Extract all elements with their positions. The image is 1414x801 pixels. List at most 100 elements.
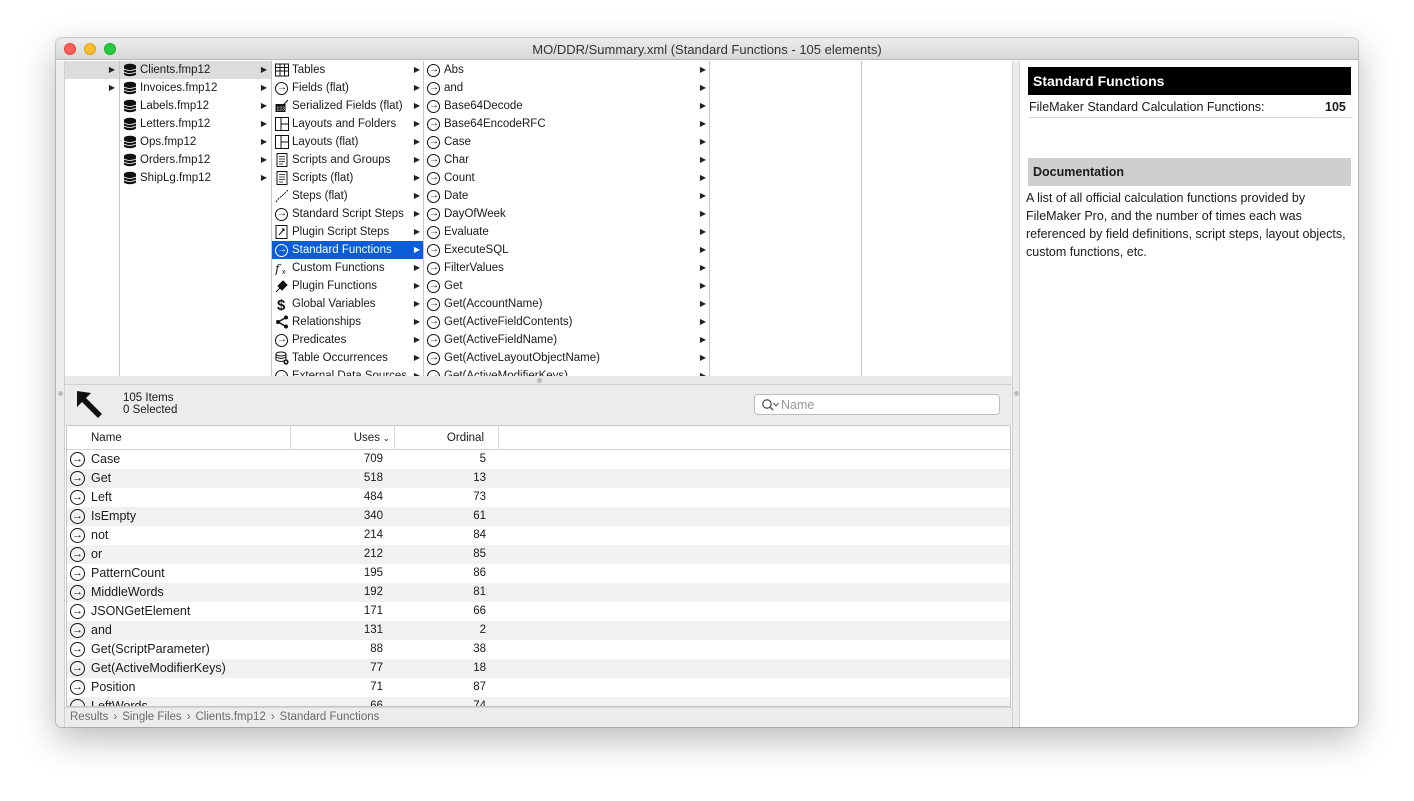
go-up-arrow-icon[interactable] [75, 389, 105, 419]
layout-icon [275, 135, 289, 149]
disclosure-arrow-icon: ▶ [413, 155, 420, 164]
disclosure-arrow-icon: ▶ [413, 83, 420, 92]
disclosure-arrow-icon: ▶ [413, 227, 420, 236]
function-item-10[interactable]: ExecuteSQL ▶ [424, 241, 709, 259]
cell-name: LeftWords [91, 699, 148, 707]
file-item-0[interactable]: Clients.fmp12 ▶ [120, 61, 271, 79]
function-item-0[interactable]: Abs ▶ [424, 61, 709, 79]
function-icon [427, 187, 440, 205]
function-item-8[interactable]: DayOfWeek ▶ [424, 205, 709, 223]
file-item-5[interactable]: Orders.fmp12 ▶ [120, 151, 271, 169]
file-item-1[interactable]: Invoices.fmp12 ▶ [120, 79, 271, 97]
function-item-15[interactable]: Get(ActiveFieldName) ▶ [424, 331, 709, 349]
column-header-uses[interactable]: Uses ⌄ [291, 426, 395, 450]
table-row[interactable]: PatternCount 195 86 [67, 564, 1010, 583]
category-item-17[interactable]: External Data Sources▶ [272, 367, 423, 376]
relationship-icon [275, 315, 289, 329]
function-item-12[interactable]: Get ▶ [424, 277, 709, 295]
table-row[interactable]: Case 709 5 [67, 450, 1010, 469]
category-item-9[interactable]: Plugin Script Steps ▶ [272, 223, 423, 241]
table-row[interactable]: MiddleWords 192 81 [67, 583, 1010, 602]
function-item-2[interactable]: Base64Decode ▶ [424, 97, 709, 115]
table-row[interactable]: and 131 2 [67, 621, 1010, 640]
search-input[interactable] [781, 396, 995, 413]
function-item-13[interactable]: Get(AccountName) ▶ [424, 295, 709, 313]
category-item-10[interactable]: Standard Functions ▶ [272, 241, 423, 259]
left-split-handle[interactable] [56, 61, 65, 727]
file-item-3-label: Letters.fmp12 [140, 118, 211, 130]
table-row[interactable]: not 214 84 [67, 526, 1010, 545]
function-icon [70, 583, 85, 602]
category-item-2[interactable]: 123 Serialized Fields (flat) ▶ [272, 97, 423, 115]
root-row-1[interactable]: ▶ [65, 61, 119, 79]
category-item-12[interactable]: Plugin Functions ▶ [272, 277, 423, 295]
function-item-14[interactable]: Get(ActiveFieldContents) ▶ [424, 313, 709, 331]
table-row[interactable]: Get(ActiveModifierKeys) 77 18 [67, 659, 1010, 678]
table-row[interactable]: LeftWords 66 74 [67, 697, 1010, 707]
item-counts: 105 Items 0 Selected [123, 392, 177, 416]
function-item-17[interactable]: Get(ActiveModifierKeys)▶ [424, 367, 709, 376]
category-item-4-label: Layouts (flat) [292, 136, 359, 148]
category-item-0[interactable]: Tables ▶ [272, 61, 423, 79]
category-item-5[interactable]: Scripts and Groups ▶ [272, 151, 423, 169]
category-item-1[interactable]: Fields (flat) ▶ [272, 79, 423, 97]
table-row[interactable]: Position 71 87 [67, 678, 1010, 697]
function-icon [427, 151, 440, 169]
category-item-16[interactable]: Table Occurrences ▶ [272, 349, 423, 367]
table-row[interactable]: IsEmpty 340 61 [67, 507, 1010, 526]
category-item-11[interactable]: f x Custom Functions ▶ [272, 259, 423, 277]
file-item-2[interactable]: Labels.fmp12 ▶ [120, 97, 271, 115]
file-item-6[interactable]: ShipLg.fmp12 ▶ [120, 169, 271, 187]
cell-name: IsEmpty [91, 509, 137, 523]
table-row[interactable]: or 212 85 [67, 545, 1010, 564]
disclosure-arrow-icon: ▶ [413, 299, 420, 308]
breadcrumb-item[interactable]: Standard Functions [280, 711, 380, 723]
root-row-2[interactable]: ▶ [65, 79, 119, 97]
breadcrumb-item[interactable]: Single Files [122, 711, 181, 723]
category-item-14[interactable]: Relationships ▶ [272, 313, 423, 331]
table-body: Case 709 5 Get 518 13 Left 484 73 IsEmpty 340 61 not… [67, 450, 1010, 707]
category-item-6[interactable]: Scripts (flat) ▶ [272, 169, 423, 187]
function-item-7[interactable]: Date ▶ [424, 187, 709, 205]
category-item-15[interactable]: Predicates ▶ [272, 331, 423, 349]
function-item-9[interactable]: Evaluate ▶ [424, 223, 709, 241]
function-item-5[interactable]: Char ▶ [424, 151, 709, 169]
breadcrumb: Results › Single Files › Clients.fmp12 › Stand… [65, 707, 1012, 727]
search-field[interactable] [754, 394, 1000, 415]
function-item-6[interactable]: Count ▶ [424, 169, 709, 187]
function-icon [427, 205, 440, 223]
detail-panel: Standard Functions FileMaker Standard Ca… [1020, 61, 1358, 727]
breadcrumb-item[interactable]: Results [70, 711, 108, 723]
category-item-13-label: Global Variables [292, 298, 376, 310]
category-item-3[interactable]: Layouts and Folders ▶ [272, 115, 423, 133]
function-item-16[interactable]: Get(ActiveLayoutObjectName) ▶ [424, 349, 709, 367]
category-item-4[interactable]: Layouts (flat) ▶ [272, 133, 423, 151]
sort-descending-icon: ⌄ [379, 433, 390, 443]
function-item-11[interactable]: FilterValues ▶ [424, 259, 709, 277]
breadcrumb-separator: › [270, 711, 275, 723]
cell-name: Get(ActiveModifierKeys) [91, 661, 226, 675]
category-item-8[interactable]: Standard Script Steps ▶ [272, 205, 423, 223]
file-item-1-label: Invoices.fmp12 [140, 82, 218, 94]
table-row[interactable]: Left 484 73 [67, 488, 1010, 507]
function-item-1-label: and [444, 82, 464, 94]
category-item-13[interactable]: $ Global Variables ▶ [272, 295, 423, 314]
svg-text:123: 123 [277, 107, 286, 113]
table-row[interactable]: Get(ScriptParameter) 88 38 [67, 640, 1010, 659]
function-icon [70, 678, 85, 697]
file-item-4[interactable]: Ops.fmp12 ▶ [120, 133, 271, 151]
disclosure-arrow-icon: ▶ [699, 65, 706, 74]
table-row[interactable]: JSONGetElement 171 66 [67, 602, 1010, 621]
vertical-split-handle[interactable] [1012, 61, 1020, 727]
function-item-4[interactable]: Case ▶ [424, 133, 709, 151]
function-item-3[interactable]: Base64EncodeRFC ▶ [424, 115, 709, 133]
file-item-3[interactable]: Letters.fmp12 ▶ [120, 115, 271, 133]
column-header-name[interactable]: Name [87, 426, 291, 450]
disclosure-arrow-icon: ▶ [699, 245, 706, 254]
table-row[interactable]: Get 518 13 [67, 469, 1010, 488]
breadcrumb-item[interactable]: Clients.fmp12 [196, 711, 266, 723]
function-item-1[interactable]: and ▶ [424, 79, 709, 97]
category-item-7[interactable]: Steps (flat) ▶ [272, 187, 423, 205]
horizontal-split-handle[interactable] [65, 376, 1012, 385]
column-header-ordinal[interactable]: Ordinal [395, 426, 499, 450]
